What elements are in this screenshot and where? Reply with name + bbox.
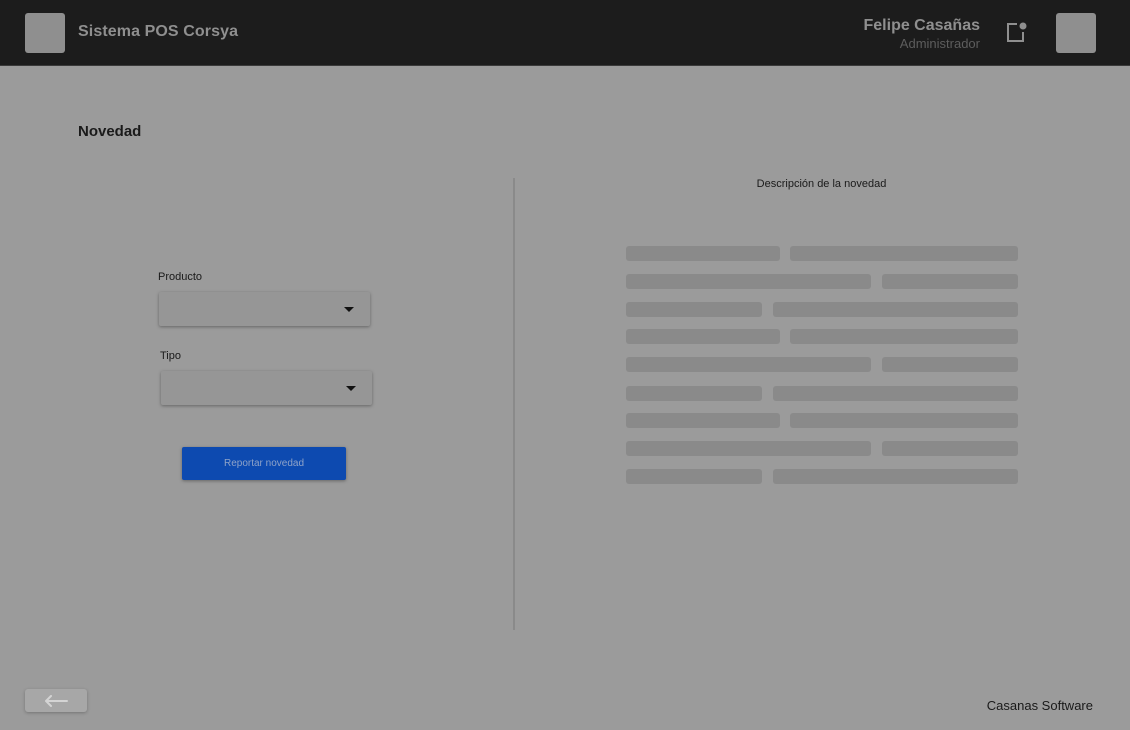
report-novedad-button[interactable]: Reportar novedad [182, 447, 346, 480]
skeleton-line [626, 413, 780, 428]
skeleton-line [626, 246, 780, 261]
app-logo-icon[interactable] [25, 13, 65, 53]
back-button[interactable] [25, 689, 87, 712]
chevron-down-icon [344, 307, 354, 312]
producto-select[interactable] [159, 292, 370, 326]
page-title: Novedad [78, 123, 142, 140]
brand-label: Casanas Software [986, 698, 1093, 713]
skeleton-line [773, 386, 1018, 401]
skeleton-line [626, 274, 871, 289]
arrow-left-icon [45, 694, 68, 707]
skeleton-line [773, 469, 1018, 484]
skeleton-line [626, 329, 780, 344]
skeleton-line [882, 357, 1018, 372]
skeleton-line [882, 441, 1018, 456]
app-title: Sistema POS Corsya [78, 23, 239, 40]
notification-icon[interactable] [1004, 21, 1028, 45]
skeleton-line [626, 357, 871, 372]
skeleton-line [626, 386, 762, 401]
top-bar: Sistema POS Corsya Felipe Casañas Admini… [0, 0, 1130, 66]
description-title: Descripción de la novedad [756, 178, 887, 190]
user-role: Administrador [899, 36, 980, 51]
tipo-label: Tipo [160, 350, 181, 362]
producto-label: Producto [158, 271, 203, 283]
skeleton-line [626, 469, 762, 484]
avatar[interactable] [1056, 13, 1096, 53]
page: Sistema POS Corsya Felipe Casañas Admini… [0, 0, 1130, 730]
skeleton-line [626, 441, 871, 456]
chevron-down-icon [346, 386, 356, 391]
skeleton-line [790, 329, 1018, 344]
skeleton-line [790, 246, 1018, 261]
skeleton-line [626, 302, 762, 317]
vertical-divider [513, 178, 515, 630]
skeleton-line [882, 274, 1018, 289]
skeleton-line [773, 302, 1018, 317]
skeleton-line [790, 413, 1018, 428]
user-name: Felipe Casañas [863, 17, 981, 34]
tipo-select[interactable] [161, 371, 372, 405]
